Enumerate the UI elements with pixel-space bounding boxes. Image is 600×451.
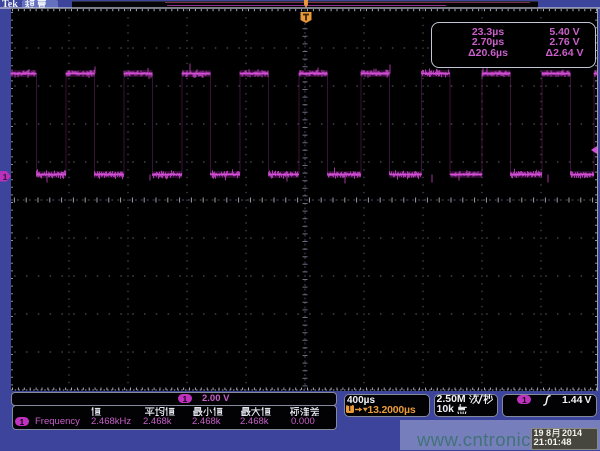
- svg-text:1: 1: [3, 172, 8, 182]
